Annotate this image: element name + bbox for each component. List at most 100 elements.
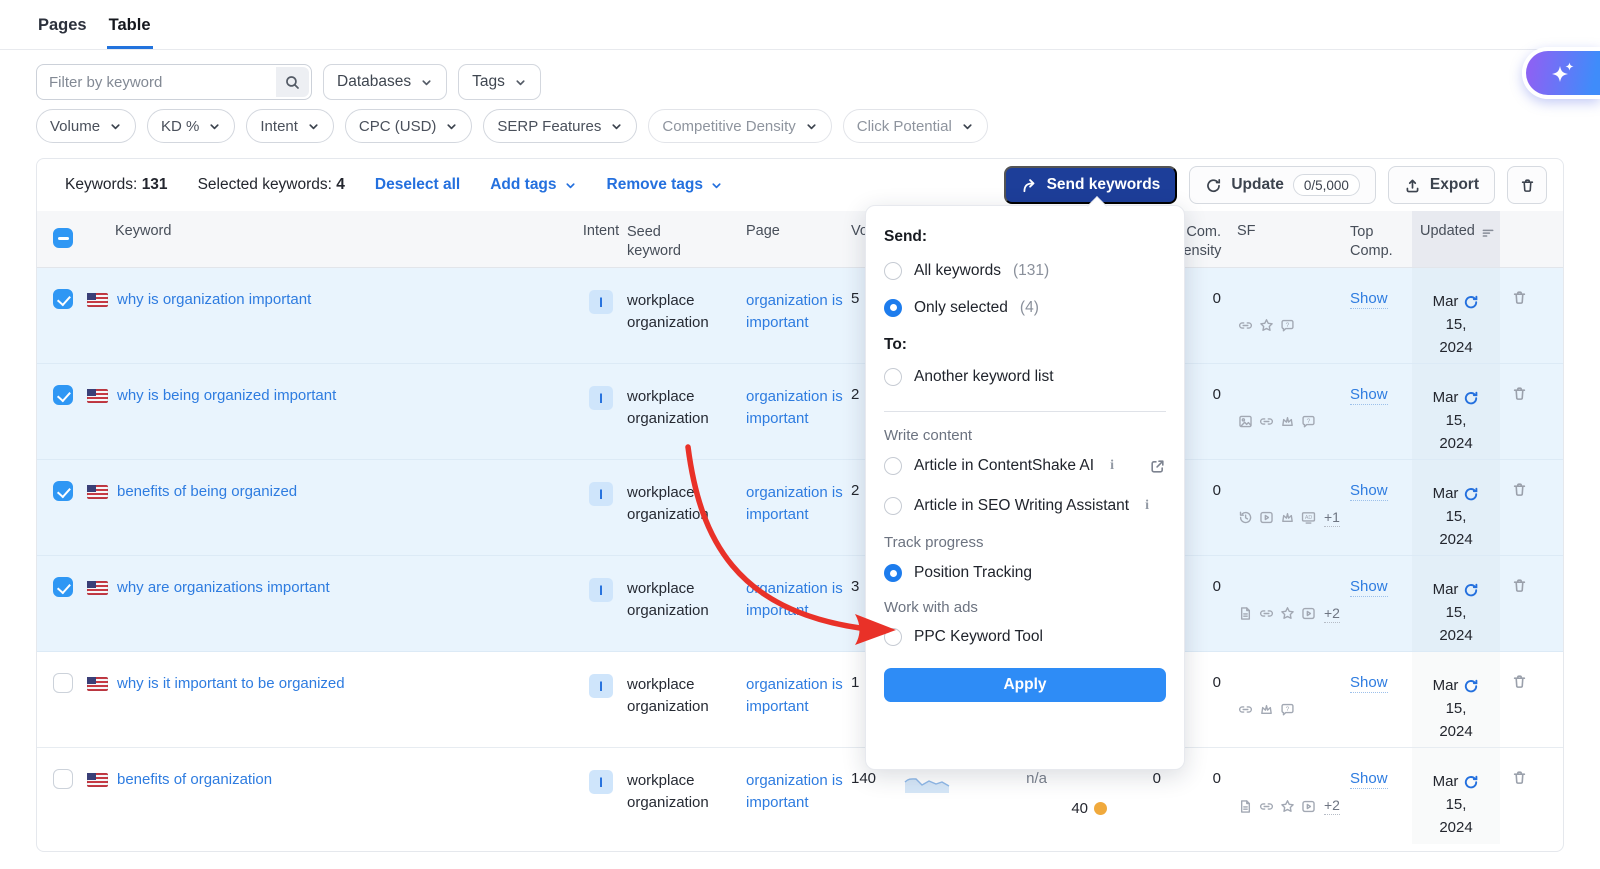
refresh-row-icon[interactable] (1463, 582, 1479, 598)
row-checkbox[interactable] (53, 769, 73, 789)
row-checkbox[interactable] (53, 481, 73, 501)
export-button[interactable]: Export (1388, 166, 1495, 204)
send-keywords-button[interactable]: Send keywords (1004, 166, 1178, 204)
option-only-selected[interactable]: Only selected (4) (884, 289, 1166, 326)
filter-chip-intent[interactable]: Intent (246, 109, 334, 143)
header-updated[interactable]: Updated (1412, 211, 1500, 267)
radio-ppc-tool[interactable] (884, 628, 902, 646)
search-button[interactable] (276, 67, 309, 97)
keyword-link[interactable]: why is it important to be organized (117, 674, 345, 694)
radio-all-keywords[interactable] (884, 262, 902, 280)
refresh-row-icon[interactable] (1463, 390, 1479, 406)
refresh-row-icon[interactable] (1463, 774, 1479, 790)
seed-keyword-cell: workplace organization (627, 460, 734, 555)
filter-chip-competitive-density[interactable]: Competitive Density (648, 109, 831, 143)
radio-position-tracking[interactable] (884, 564, 902, 582)
option-another-keyword-list[interactable]: Another keyword list (884, 358, 1166, 395)
row-checkbox[interactable] (53, 577, 73, 597)
page-link[interactable]: organization is important (746, 578, 846, 622)
ai-assistant-button[interactable] (1522, 47, 1600, 99)
keyword-link[interactable]: why is organization important (117, 290, 311, 310)
row-delete-button[interactable] (1500, 364, 1539, 459)
select-all-checkbox[interactable] (53, 228, 73, 248)
option-all-keywords[interactable]: All keywords (131) (884, 252, 1166, 289)
option-contentshake[interactable]: Article in ContentShake AI i (884, 446, 1166, 486)
row-checkbox[interactable] (53, 385, 73, 405)
chevron-down-icon (610, 120, 623, 133)
row-checkbox[interactable] (53, 673, 73, 693)
header-intent[interactable]: Intent (575, 211, 627, 267)
updated-cell: Mar 15,2024 (1412, 748, 1500, 844)
refresh-row-icon[interactable] (1463, 486, 1479, 502)
option-position-tracking[interactable]: Position Tracking (884, 553, 1166, 593)
delete-selected-button[interactable] (1507, 166, 1547, 204)
keyword-link[interactable]: benefits of organization (117, 770, 272, 790)
action-bar: Keywords: 131 Selected keywords: 4 Desel… (37, 159, 1563, 211)
intent-badge: I (589, 578, 613, 602)
show-link[interactable]: Show (1350, 386, 1388, 405)
radio-seo-assistant[interactable] (884, 497, 902, 515)
page-link[interactable]: organization is important (746, 770, 846, 814)
refresh-row-icon[interactable] (1463, 678, 1479, 694)
top-comp-cell: Show (1350, 652, 1412, 747)
intent-cell: I (575, 748, 627, 844)
header-page[interactable]: Page (734, 211, 849, 267)
tab-pages[interactable]: Pages (36, 2, 89, 49)
row-delete-button[interactable] (1500, 268, 1539, 363)
filter-chip-tags[interactable]: Tags (458, 64, 541, 100)
row-delete-button[interactable] (1500, 460, 1539, 555)
show-link[interactable]: Show (1350, 482, 1388, 501)
radio-another-list[interactable] (884, 368, 902, 386)
keyword-link[interactable]: why are organizations important (117, 578, 330, 598)
sf-more-link[interactable]: +2 (1324, 797, 1340, 815)
page-link[interactable]: organization is important (746, 290, 846, 334)
page-link[interactable]: organization is important (746, 674, 846, 718)
row-delete-button[interactable] (1500, 556, 1539, 651)
page-link[interactable]: organization is important (746, 482, 846, 526)
tab-table[interactable]: Table (107, 2, 153, 49)
option-ppc-keyword-tool[interactable]: PPC Keyword Tool (884, 618, 1166, 656)
sf-more-link[interactable]: +1 (1324, 509, 1340, 527)
option-seo-writing-assistant[interactable]: Article in SEO Writing Assistant i (884, 486, 1166, 526)
header-seed-keyword[interactable]: Seed keyword (627, 211, 734, 267)
page-link[interactable]: organization is important (746, 386, 846, 430)
header-keyword[interactable]: Keyword (87, 211, 575, 267)
filter-chip-cpc-usd-[interactable]: CPC (USD) (345, 109, 473, 143)
svg-text:?: ? (1286, 322, 1290, 329)
keyword-filter-input[interactable] (37, 65, 267, 99)
sf-more-link[interactable]: +2 (1324, 605, 1340, 623)
row-delete-button[interactable] (1500, 748, 1539, 844)
show-link[interactable]: Show (1350, 578, 1388, 597)
star-icon (1279, 798, 1296, 815)
keyword-link[interactable]: why is being organized important (117, 386, 336, 406)
refresh-row-icon[interactable] (1463, 294, 1479, 310)
chevron-down-icon (420, 76, 433, 89)
filter-chip-volume[interactable]: Volume (36, 109, 136, 143)
external-link-icon[interactable] (1149, 458, 1166, 475)
row-checkbox[interactable] (53, 289, 73, 309)
header-top-comp[interactable]: TopComp. (1350, 211, 1412, 267)
send-section-label: Send: (884, 228, 1166, 246)
filter-chip-click-potential[interactable]: Click Potential (843, 109, 988, 143)
info-icon[interactable]: i (1145, 499, 1149, 513)
radio-contentshake[interactable] (884, 457, 902, 475)
filter-chip-serp-features[interactable]: SERP Features (483, 109, 637, 143)
deselect-all-link[interactable]: Deselect all (375, 176, 460, 194)
ad-icon: AD (1300, 509, 1317, 526)
add-tags-dropdown[interactable]: Add tags (490, 176, 576, 194)
show-link[interactable]: Show (1350, 770, 1388, 789)
updated-cell: Mar 15,2024 (1412, 268, 1500, 363)
remove-tags-dropdown[interactable]: Remove tags (607, 176, 723, 194)
keyword-link[interactable]: benefits of being organized (117, 482, 297, 502)
filter-chip-databases[interactable]: Databases (323, 64, 447, 100)
header-sf[interactable]: SF (1237, 211, 1350, 267)
update-quota-badge: 0/5,000 (1293, 174, 1360, 196)
show-link[interactable]: Show (1350, 290, 1388, 309)
apply-button[interactable]: Apply (884, 668, 1166, 702)
filter-chip-kd-[interactable]: KD % (147, 109, 235, 143)
info-icon[interactable]: i (1110, 459, 1114, 473)
row-delete-button[interactable] (1500, 652, 1539, 747)
update-button[interactable]: Update 0/5,000 (1189, 166, 1376, 204)
radio-only-selected[interactable] (884, 299, 902, 317)
show-link[interactable]: Show (1350, 674, 1388, 693)
